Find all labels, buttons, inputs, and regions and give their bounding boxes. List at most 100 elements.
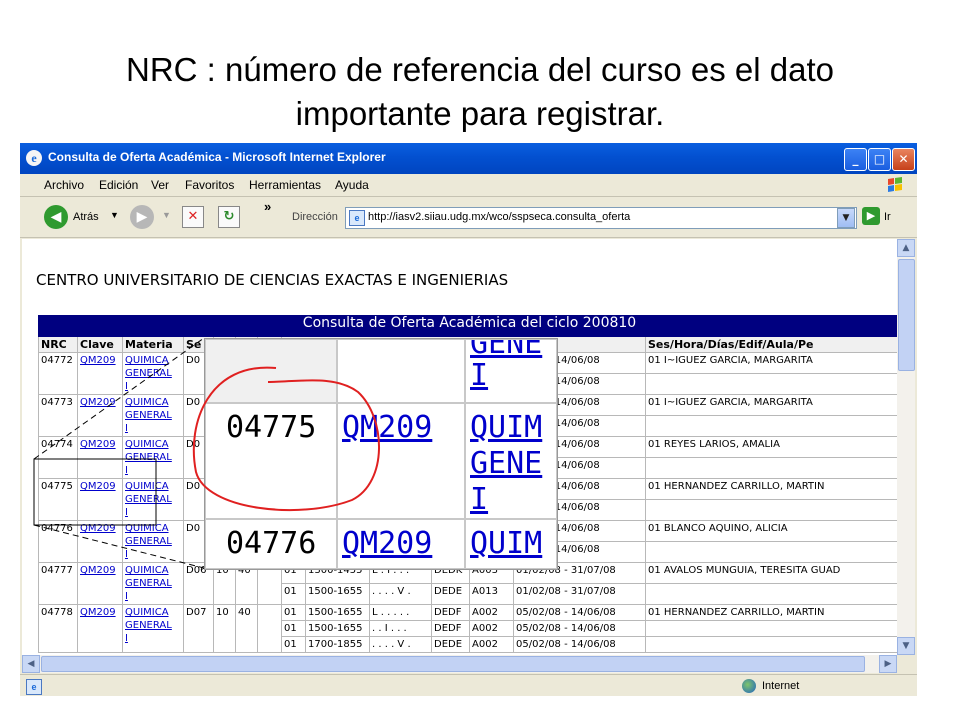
table-banner: Consulta de Oferta Académica del ciclo 2… — [37, 315, 897, 337]
back-dropdown-icon[interactable]: ▼ — [110, 210, 119, 220]
close-button[interactable]: ✕ — [892, 148, 915, 171]
disponible-cell: 40 — [235, 604, 258, 653]
session-aula-cell: A002 — [469, 604, 514, 621]
address-dropdown-icon[interactable]: ▼ — [837, 208, 855, 228]
vertical-scroll-thumb[interactable] — [898, 259, 915, 371]
sec-cell: D07 — [183, 604, 214, 653]
zoom-materia-top-i[interactable]: I — [470, 358, 488, 393]
materia-link[interactable]: GENERAL — [125, 578, 172, 589]
nrc-cell: 04772 — [38, 352, 78, 395]
slide-title-line1: NRC : número de referencia del curso es … — [125, 51, 835, 88]
header-nrc: NRC — [38, 336, 78, 353]
menu-archivo[interactable]: Archivo — [44, 178, 84, 192]
session-dias-cell: L . . . . . — [369, 604, 432, 621]
back-button-label[interactable]: Atrás — [73, 211, 99, 223]
menu-ayuda[interactable]: Ayuda — [335, 178, 369, 192]
materia-link[interactable]: GENERAL — [125, 452, 172, 463]
status-bar: e Internet — [20, 674, 917, 696]
forward-arrow-icon[interactable]: ▶ — [130, 205, 154, 229]
zoom-materia-link-2[interactable]: QUIM — [470, 526, 542, 561]
clave-link[interactable]: QM209 — [80, 439, 116, 450]
go-arrow-icon[interactable]: ▶ — [862, 207, 880, 225]
zoom-materia-line2[interactable]: GENE — [470, 446, 542, 481]
menu-herramientas[interactable]: Herramientas — [249, 178, 321, 192]
zoom-cell: QM209 — [337, 519, 465, 569]
clave-link[interactable]: QM209 — [80, 481, 116, 492]
table-banner-row: Consulta de Oferta Académica del ciclo 2… — [37, 315, 897, 337]
profesor-cell: 01 HERNANDEZ CARRILLO, MARTIN — [644, 478, 897, 500]
profesor-cell — [644, 499, 897, 521]
menu-favoritos[interactable]: Favoritos — [185, 178, 234, 192]
clave-link[interactable]: QM209 — [80, 607, 116, 618]
menu-bar: Archivo Edición Ver Favoritos Herramient… — [20, 174, 917, 197]
materia-link[interactable]: I — [125, 591, 128, 602]
materia-link[interactable]: QUIMICA — [125, 481, 169, 492]
toolbar-more-icon[interactable]: » — [264, 199, 271, 214]
window-titlebar[interactable]: e Consulta de Oferta Académica - Microso… — [20, 143, 917, 174]
materia-link[interactable]: QUIMICA — [125, 523, 169, 534]
zoom-materia-link[interactable]: QUIM — [470, 410, 542, 445]
zoom-clave-link[interactable]: QM209 — [342, 410, 432, 445]
address-url: http://iasv2.siiau.udg.mx/wco/sspseca.co… — [368, 211, 631, 223]
profesor-cell — [644, 636, 897, 653]
nrc-cell: 04773 — [38, 394, 78, 437]
profesor-cell — [644, 373, 897, 395]
scroll-up-icon[interactable]: ▲ — [897, 239, 915, 257]
maximize-button[interactable]: □ — [868, 148, 891, 171]
zoom-cell: QUIM GENE I — [465, 403, 557, 519]
materia-link[interactable]: I — [125, 549, 128, 560]
forward-dropdown-icon[interactable]: ▼ — [162, 210, 171, 220]
address-label: Dirección — [292, 211, 338, 223]
session-hora-cell: 1500-1655 — [305, 620, 370, 637]
windows-flag-icon — [888, 177, 902, 192]
materia-link[interactable]: I — [125, 381, 128, 392]
zoom-clave-link-2[interactable]: QM209 — [342, 526, 432, 561]
materia-link[interactable]: QUIMICA — [125, 607, 169, 618]
back-arrow-icon[interactable]: ◀ — [44, 205, 68, 229]
zoom-nrc-04775: 04775 — [226, 410, 317, 445]
table-row: 04778 QM209 QUIMICA GENERAL I D07 10 40 01 1500-1… — [38, 604, 897, 653]
materia-link[interactable]: GENERAL — [125, 620, 172, 631]
materia-link[interactable]: QUIMICA — [125, 355, 169, 366]
clave-link[interactable]: QM209 — [80, 355, 116, 366]
vertical-scrollbar[interactable]: ▲ ▼ — [897, 239, 915, 655]
session-edif-cell: DEDE — [431, 583, 470, 605]
clave-link[interactable]: QM209 — [80, 523, 116, 534]
materia-link[interactable]: QUIMICA — [125, 397, 169, 408]
ie-logo-icon: e — [26, 150, 42, 166]
materia-link[interactable]: I — [125, 465, 128, 476]
materia-link[interactable]: QUIMICA — [125, 439, 169, 450]
materia-link[interactable]: GENERAL — [125, 410, 172, 421]
address-input[interactable]: e http://iasv2.siiau.udg.mx/wco/sspseca.… — [345, 207, 857, 229]
scroll-right-icon[interactable]: ▶ — [879, 655, 897, 673]
scroll-down-icon[interactable]: ▼ — [897, 637, 915, 655]
materia-link[interactable]: I — [125, 507, 128, 518]
horizontal-scrollbar[interactable]: ◀ ▶ — [22, 655, 897, 673]
materia-link[interactable]: GENERAL — [125, 536, 172, 547]
session-dias-cell: . . . . V . — [369, 583, 432, 605]
status-zone: Internet — [762, 680, 800, 692]
materia-link[interactable]: I — [125, 423, 128, 434]
profesor-cell — [644, 583, 897, 605]
scroll-left-icon[interactable]: ◀ — [22, 655, 40, 673]
window-title: Consulta de Oferta Académica - Microsoft… — [48, 150, 386, 164]
refresh-icon[interactable]: ↻ — [218, 206, 240, 228]
clave-cell: QM209 — [77, 436, 123, 479]
go-button-label[interactable]: Ir — [884, 211, 891, 223]
horizontal-scroll-thumb[interactable] — [41, 656, 865, 672]
materia-link[interactable]: I — [125, 633, 128, 644]
materia-cell: QUIMICA GENERAL I — [122, 394, 184, 437]
clave-link[interactable]: QM209 — [80, 397, 116, 408]
minimize-button[interactable]: _ — [844, 148, 867, 171]
zoom-materia-line3[interactable]: I — [470, 482, 488, 517]
session-ses-cell: 01 — [281, 583, 306, 605]
zoom-cell: GENE I — [465, 339, 557, 403]
clave-link[interactable]: QM209 — [80, 565, 116, 576]
materia-link[interactable]: GENERAL — [125, 494, 172, 505]
menu-ver[interactable]: Ver — [151, 178, 169, 192]
materia-link[interactable]: QUIMICA — [125, 565, 169, 576]
stop-icon[interactable]: ✕ — [182, 206, 204, 228]
menu-edicion[interactable]: Edición — [99, 178, 138, 192]
profesor-cell: 01 I~IGUEZ GARCIA, MARGARITA — [644, 352, 897, 374]
materia-link[interactable]: GENERAL — [125, 368, 172, 379]
